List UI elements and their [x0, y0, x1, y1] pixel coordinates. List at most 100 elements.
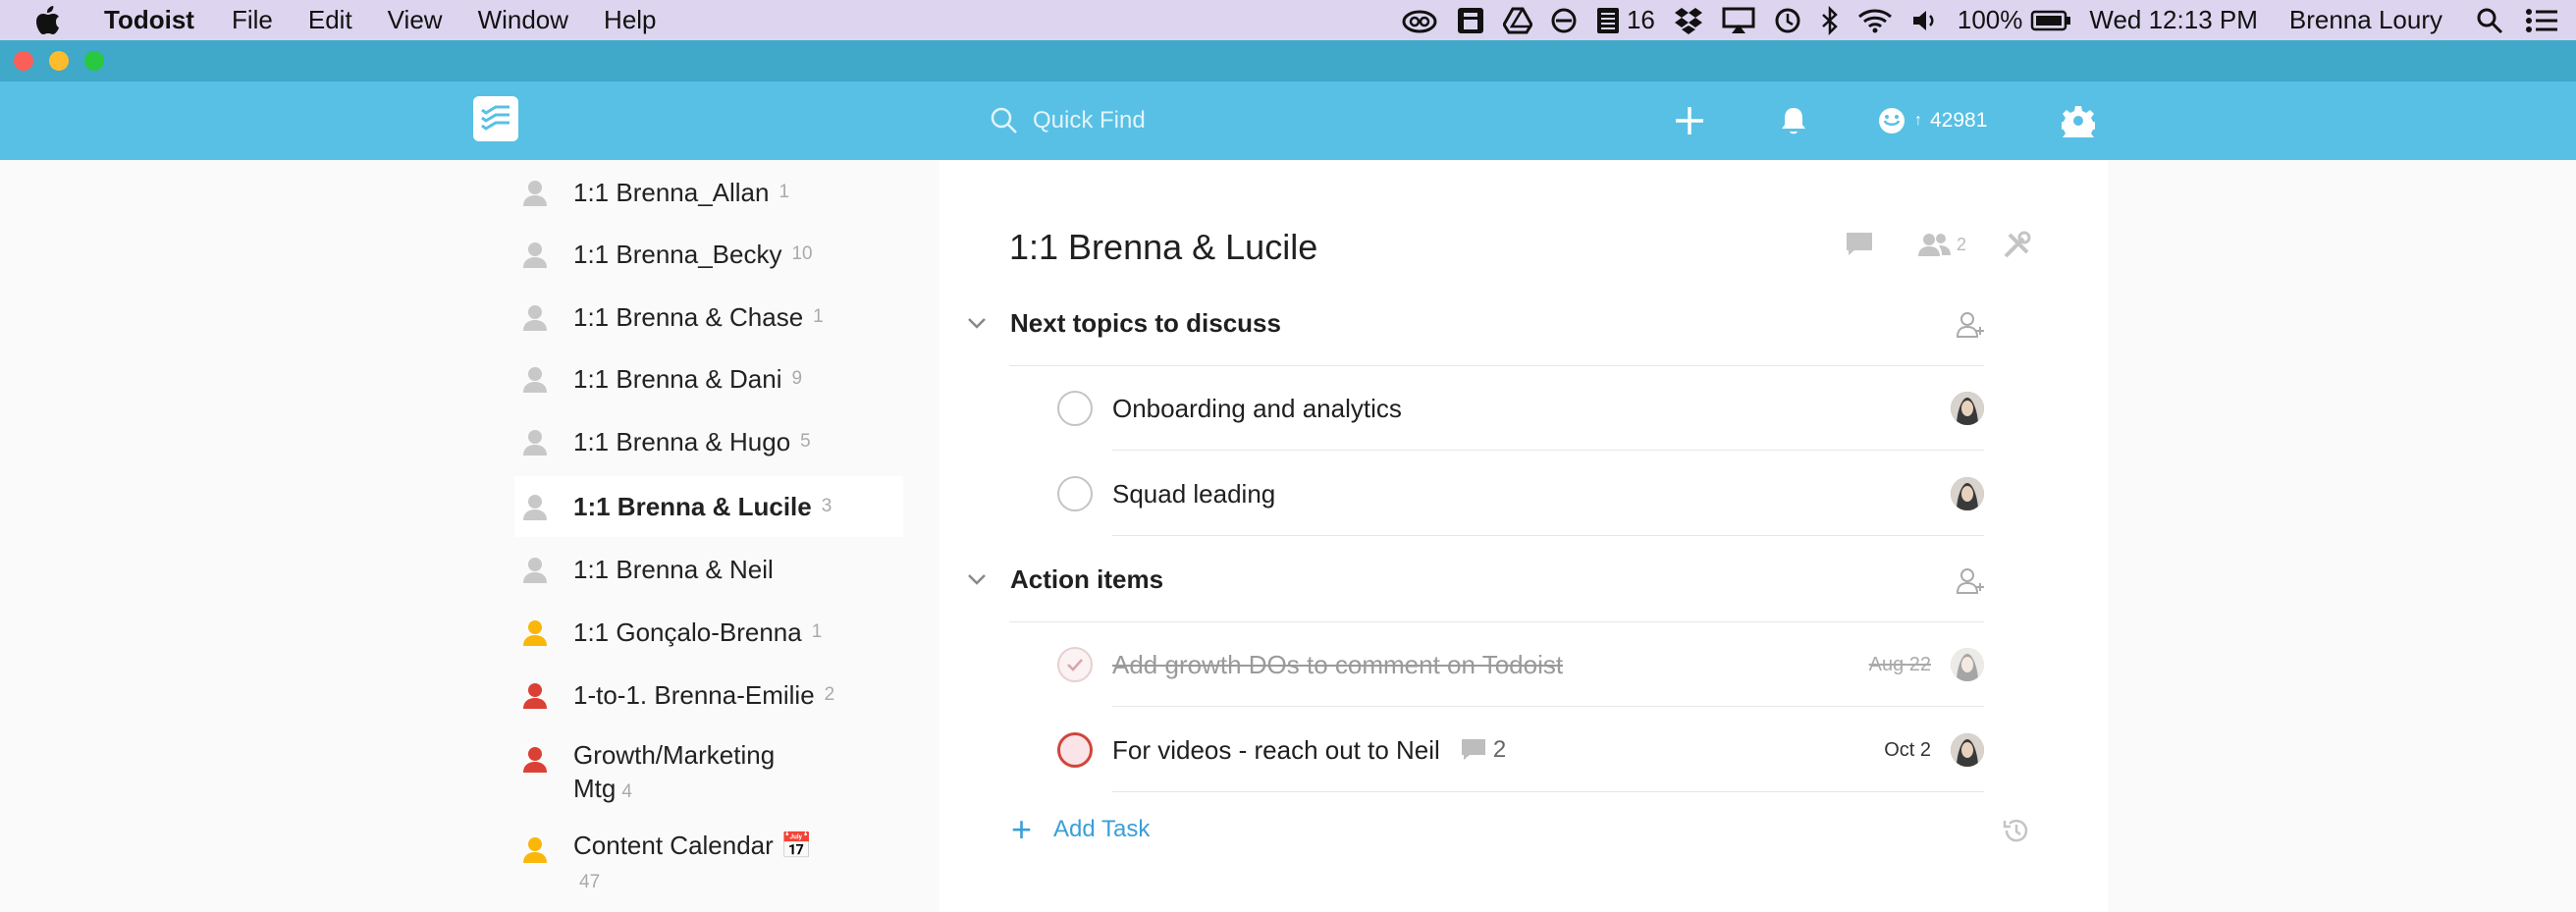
task-checkbox[interactable]	[1057, 476, 1093, 511]
todoist-logo-icon[interactable]	[473, 96, 518, 141]
sidebar-project-brenna-dani[interactable]: 1:1 Brenna & Dani 9	[514, 349, 903, 409]
task-item[interactable]: Onboarding and analytics	[1057, 379, 1984, 438]
assignee-avatar[interactable]	[1951, 392, 1984, 425]
task-comments[interactable]: 2	[1460, 736, 1506, 764]
share-project-button[interactable]: 2	[1917, 231, 1966, 258]
project-actions-button[interactable]	[2002, 231, 2031, 260]
quick-find[interactable]	[990, 102, 1323, 139]
due-date[interactable]: Aug 22	[1869, 654, 1931, 676]
assign-person-icon[interactable]	[1957, 311, 1984, 339]
bluetooth-icon[interactable]	[1820, 0, 1840, 40]
edit-menu[interactable]: Edit	[308, 5, 352, 35]
gear-icon	[2062, 104, 2095, 137]
app-header: ↑ 42981	[0, 81, 2576, 160]
search-icon	[990, 106, 1033, 135]
due-date[interactable]: Oct 2	[1884, 739, 1931, 762]
quick-find-input[interactable]	[1033, 107, 1288, 134]
task-item-completed[interactable]: Add growth DOs to comment on Todoist Aug…	[1057, 635, 1984, 694]
karma-button[interactable]: ↑ 42981	[1877, 101, 1987, 140]
sidebar-project-goncalo-brenna[interactable]: 1:1 Gonçalo-Brenna 1	[514, 602, 903, 663]
airplay-icon[interactable]	[1722, 0, 1755, 40]
project-count: 10	[791, 243, 813, 264]
clock[interactable]: Wed 12:13 PM	[2089, 5, 2258, 35]
assignee-avatar[interactable]	[1951, 733, 1984, 767]
blocked-icon[interactable]	[1550, 0, 1578, 40]
history-icon[interactable]	[2002, 816, 2031, 845]
karma-score: 42981	[1930, 109, 1988, 132]
creative-cloud-icon[interactable]	[1401, 0, 1438, 40]
apple-menu-icon[interactable]	[35, 5, 63, 35]
battery-icon[interactable]	[2030, 0, 2071, 40]
window-titlebar[interactable]	[0, 40, 2576, 81]
sidebar-project-brenna-allan[interactable]: 1:1 Brenna_Allan 1	[514, 162, 903, 223]
chevron-down-icon[interactable]	[967, 316, 996, 330]
add-task-label: Add Task	[1053, 816, 1151, 842]
chevron-down-icon[interactable]	[967, 572, 996, 586]
sidebar-project-content-calendar[interactable]: Content Calendar 📅 47	[514, 815, 903, 895]
user-name[interactable]: Brenna Loury	[2289, 5, 2442, 35]
file-menu[interactable]: File	[232, 5, 273, 35]
time-machine-icon[interactable]	[1773, 0, 1802, 40]
sidebar-project-brenna-emilie[interactable]: 1-to-1. Brenna-Emilie 2	[514, 665, 903, 725]
comment-icon	[1845, 231, 1874, 258]
task-item[interactable]: For videos - reach out to Neil 2 Oct 2	[1057, 721, 1984, 779]
tray-count: 16	[1626, 5, 1655, 34]
divider	[1112, 706, 1984, 707]
project-label: 1:1 Brenna & Hugo	[573, 426, 791, 456]
dropbox-icon[interactable]	[1673, 0, 1704, 40]
window-menu[interactable]: Window	[478, 5, 568, 35]
sidebar-project-brenna-lucile[interactable]: 1:1 Brenna & Lucile 3	[514, 476, 903, 537]
project-count: 1	[811, 621, 823, 642]
help-menu[interactable]: Help	[604, 5, 656, 35]
project-label: Growth/Marketing	[573, 740, 776, 770]
notification-center-icon[interactable]	[2525, 0, 2558, 40]
battery-percent: 100%	[1957, 5, 2023, 34]
sidebar-project-growth-marketing[interactable]: Growth/Marketing Mtg 4	[514, 724, 903, 805]
app-menu[interactable]: Todoist	[104, 5, 194, 35]
project-comments-button[interactable]	[1845, 231, 1874, 258]
task-checkbox[interactable]	[1057, 391, 1093, 426]
add-task-button[interactable]: + Add Task	[1011, 808, 1150, 851]
person-icon	[522, 429, 548, 463]
project-view: 1:1 Brenna & Lucile 2 Next topics to dis…	[939, 160, 2108, 912]
close-window-button[interactable]	[14, 51, 33, 71]
spotlight-search-icon[interactable]	[2476, 0, 2503, 40]
divider	[1009, 365, 1984, 366]
people-icon	[1917, 231, 1953, 258]
project-count: 4	[621, 781, 632, 802]
task-content[interactable]: Onboarding and analytics	[1112, 394, 1402, 424]
view-menu[interactable]: View	[388, 5, 443, 35]
minimize-window-button[interactable]	[49, 51, 69, 71]
comment-icon	[1460, 737, 1487, 763]
task-content[interactable]: Squad leading	[1112, 479, 1275, 510]
task-item[interactable]: Squad leading	[1057, 464, 1984, 523]
person-icon	[522, 241, 548, 276]
task-checkbox-checked[interactable]	[1057, 647, 1093, 682]
assignee-avatar[interactable]	[1951, 477, 1984, 510]
divider	[1112, 791, 1984, 792]
google-drive-icon[interactable]	[1502, 0, 1532, 40]
add-task-header-button[interactable]	[1673, 101, 1706, 140]
sidebar-project-brenna-chase[interactable]: 1:1 Brenna & Chase 1	[514, 287, 903, 348]
project-count: 1	[813, 306, 824, 327]
section-header[interactable]: Next topics to discuss	[967, 301, 1984, 345]
volume-icon[interactable]	[1910, 0, 1940, 40]
stacked-app-icon[interactable]	[1595, 0, 1621, 40]
section-header[interactable]: Action items	[967, 558, 1984, 601]
assignee-avatar[interactable]	[1951, 648, 1984, 681]
menu-widget-icon[interactable]	[1456, 0, 1485, 40]
comment-count: 2	[1492, 736, 1507, 763]
notifications-button[interactable]	[1779, 101, 1808, 140]
sidebar-project-brenna-becky[interactable]: 1:1 Brenna_Becky 10	[514, 224, 903, 285]
zoom-window-button[interactable]	[84, 51, 104, 71]
wifi-icon[interactable]	[1857, 0, 1893, 40]
project-title[interactable]: 1:1 Brenna & Lucile	[1009, 227, 1317, 268]
sidebar-project-brenna-hugo[interactable]: 1:1 Brenna & Hugo 5	[514, 411, 903, 472]
assign-person-icon[interactable]	[1957, 567, 1984, 595]
sidebar-project-brenna-neil[interactable]: 1:1 Brenna & Neil	[514, 539, 903, 600]
settings-button[interactable]	[2062, 101, 2095, 140]
task-checkbox-priority-1[interactable]	[1057, 732, 1093, 768]
task-content[interactable]: Add growth DOs to comment on Todoist	[1112, 650, 1563, 680]
plus-icon: +	[1011, 809, 1033, 849]
task-content[interactable]: For videos - reach out to Neil 2	[1112, 735, 1506, 766]
